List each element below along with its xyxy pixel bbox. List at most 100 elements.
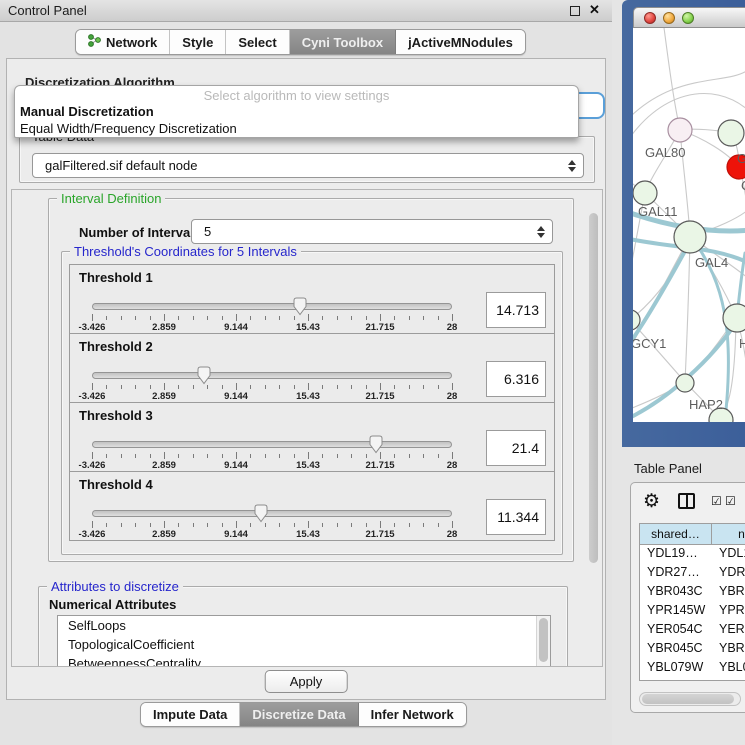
algorithm-dropdown-popup: Select algorithm to view settings Manual… (14, 85, 579, 138)
tab-jactivemnodules[interactable]: jActiveMNodules (396, 30, 525, 54)
table-cell[interactable]: YBL0 (712, 659, 745, 678)
list-item[interactable]: BetweennessCentrality (58, 654, 550, 667)
table-cell[interactable]: YBL079W (640, 659, 712, 678)
cyni-bottom-tabbar: Impute Data Discretize Data Infer Networ… (140, 702, 467, 727)
slider-ticks (92, 314, 452, 322)
cyni-toolbox-panel: Discretization Algorithm Select algorith… (6, 58, 606, 700)
close-traffic-light-icon[interactable] (644, 12, 656, 24)
checkbox-icon[interactable]: ☑ (725, 494, 736, 508)
tab-cyni-toolbox[interactable]: Cyni Toolbox (290, 30, 396, 54)
list-item[interactable]: SelfLoops (58, 616, 550, 635)
number-of-intervals-value: 5 (204, 224, 211, 239)
table-cell[interactable]: YER054C (640, 621, 712, 640)
slider-ticks (92, 452, 452, 460)
minimize-traffic-light-icon[interactable] (663, 12, 675, 24)
node-label-partial-g: G (737, 151, 745, 166)
table-panel-title: Table Panel (634, 461, 702, 476)
node-label-partial-h: H (739, 336, 745, 351)
settings-scrollpane: Interval Definition Number of Intervals … (11, 189, 603, 667)
threshold-2-label: Threshold 2 (79, 339, 153, 354)
float-window-icon[interactable] (570, 6, 580, 16)
slider-tick-labels: -3.4262.8599.14415.4321.71528 (92, 322, 452, 333)
table-cell[interactable]: YBR043C (640, 583, 712, 602)
threshold-4-value-field[interactable]: 11.344 (486, 499, 546, 535)
split-columns-icon[interactable] (678, 493, 695, 509)
table-cell[interactable]: YBR0 (712, 640, 745, 659)
table-row[interactable]: YDL19… YDL1 (640, 545, 745, 564)
table-row[interactable]: YBR045C YBR0 (640, 640, 745, 659)
tab-infer-network[interactable]: Infer Network (359, 703, 466, 726)
threshold-3-value-field[interactable]: 21.4 (486, 430, 546, 466)
network-node[interactable] (668, 118, 692, 142)
table-data-select[interactable]: galFiltered.sif default node (32, 153, 584, 178)
scrollbar-thumb[interactable] (589, 213, 598, 563)
threshold-1-label: Threshold 1 (79, 270, 153, 285)
threshold-2-slider[interactable]: -3.4262.8599.14415.4321.71528 (92, 370, 452, 402)
network-node[interactable] (633, 181, 657, 205)
tab-select[interactable]: Select (226, 30, 289, 54)
gear-icon[interactable]: ⚙ (643, 490, 660, 513)
slider-tick-labels: -3.4262.8599.14415.4321.71528 (92, 391, 452, 402)
table-cell[interactable]: YLR3 (712, 678, 745, 681)
table-cell[interactable]: YBR045C (640, 640, 712, 659)
network-icon (88, 34, 101, 50)
number-of-intervals-select[interactable]: 5 (191, 219, 553, 244)
control-panel-header: Control Panel ✕ (0, 0, 612, 22)
slider-tick-labels: -3.4262.8599.14415.4321.71528 (92, 460, 452, 471)
network-window-titlebar[interactable] (633, 7, 745, 28)
table-cell[interactable]: YBR0 (712, 583, 745, 602)
threshold-2-value-field[interactable]: 6.316 (486, 361, 546, 397)
table-row[interactable]: YDR27… YDR2 (640, 564, 745, 583)
table-row[interactable]: YER054C YER0 (640, 621, 745, 640)
tab-style[interactable]: Style (170, 30, 226, 54)
numerical-attributes-list[interactable]: SelfLoops TopologicalCoefficient Between… (57, 615, 551, 667)
tab-infer-network-label: Infer Network (371, 707, 454, 722)
network-node[interactable] (676, 374, 694, 392)
table-row[interactable]: YBR043C YBR0 (640, 583, 745, 602)
table-horizontal-scrollbar[interactable] (639, 692, 741, 706)
network-canvas[interactable]: GAL80 G C GAL11 GAL4 GCY1 H HAP2 (633, 28, 745, 422)
threshold-4-row: Threshold 4 -3.4262.8599 (69, 471, 555, 541)
scrollbar-thumb[interactable] (642, 694, 734, 704)
table-data-select-value: galFiltered.sif default node (45, 158, 197, 173)
network-node[interactable] (723, 304, 745, 332)
apply-button[interactable]: Apply (265, 670, 348, 693)
table-row[interactable]: YBL079W YBL0 (640, 659, 745, 678)
tab-impute-data[interactable]: Impute Data (141, 703, 240, 726)
scrollbar-thumb[interactable] (539, 618, 548, 662)
threshold-1-slider[interactable]: -3.4262.8599.14415.4321.71528 (92, 301, 452, 333)
table-cell[interactable]: YDR2 (712, 564, 745, 583)
control-panel: Control Panel ✕ Network Style (0, 0, 612, 745)
table-cell[interactable]: YLR345W (640, 678, 712, 681)
tab-discretize-data[interactable]: Discretize Data (240, 703, 358, 726)
table-cell[interactable]: YDL1 (712, 545, 745, 564)
settings-vertical-scrollbar[interactable] (586, 191, 601, 665)
network-node[interactable] (674, 221, 706, 253)
list-item[interactable]: TopologicalCoefficient (58, 635, 550, 654)
numerical-attributes-label: Numerical Attributes (49, 597, 176, 612)
slider-ticks (92, 383, 452, 391)
dropdown-option-manual-discretization[interactable]: Manual Discretization (20, 104, 154, 119)
column-header-shared-name[interactable]: shared… (640, 524, 712, 545)
threshold-3-slider[interactable]: -3.4262.8599.14415.4321.71528 (92, 439, 452, 471)
column-header-name[interactable]: n (712, 524, 745, 545)
threshold-4-slider[interactable]: -3.4262.8599.14415.4321.71528 (92, 508, 452, 540)
table-cell[interactable]: YER0 (712, 621, 745, 640)
zoom-traffic-light-icon[interactable] (682, 12, 694, 24)
table-cell[interactable]: YPR1 (712, 602, 745, 621)
checkbox-icon[interactable]: ☑ (711, 494, 722, 508)
interval-definition-group: Interval Definition Number of Intervals … (48, 198, 574, 562)
table-cell[interactable]: YPR145W (640, 602, 712, 621)
network-node[interactable] (718, 120, 744, 146)
table-cell[interactable]: YDR27… (640, 564, 712, 583)
thresholds-group-title: Threshold's Coordinates for 5 Intervals (70, 244, 301, 259)
close-icon[interactable]: ✕ (589, 2, 600, 18)
tab-network[interactable]: Network (76, 30, 170, 54)
threshold-3-row: Threshold 3 -3.4262.8599 (69, 402, 555, 472)
attributes-list-scrollbar[interactable] (536, 616, 550, 667)
dropdown-option-equal-width-frequency[interactable]: Equal Width/Frequency Discretization (20, 121, 237, 136)
table-cell[interactable]: YDL19… (640, 545, 712, 564)
table-row[interactable]: YLR345W YLR3 (640, 678, 745, 681)
table-row[interactable]: YPR145W YPR1 (640, 602, 745, 621)
threshold-1-value-field[interactable]: 14.713 (486, 292, 546, 328)
